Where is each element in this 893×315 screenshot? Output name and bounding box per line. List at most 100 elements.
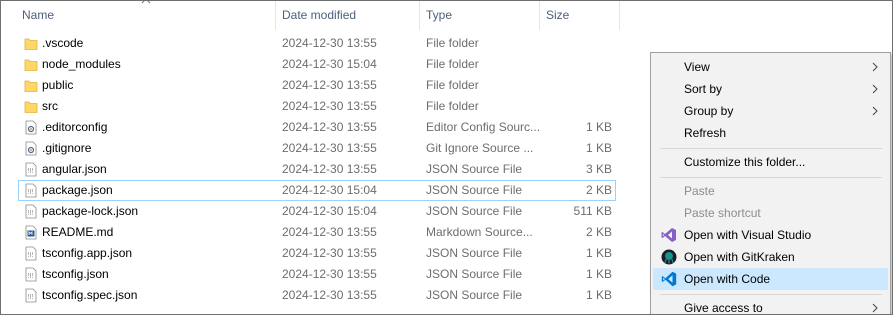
file-date: 2024-12-30 13:55 — [282, 288, 377, 302]
menu-item-label: Customize this folder... — [684, 155, 806, 169]
json-file-icon — [25, 183, 37, 198]
file-type: Editor Config Sourc... — [426, 120, 541, 134]
menu-item-paste[interactable]: Paste — [653, 180, 888, 202]
file-date: 2024-12-30 13:55 — [282, 78, 377, 92]
file-size: 3 KB — [585, 162, 612, 176]
file-row[interactable]: README.md 2024-12-30 13:55 Markdown Sour… — [18, 222, 616, 243]
file-name: tsconfig.json — [42, 267, 109, 281]
chevron-right-icon — [872, 62, 878, 72]
menu-item-label: Refresh — [684, 126, 727, 140]
file-row[interactable]: tsconfig.spec.json 2024-12-30 13:55 JSON… — [18, 285, 616, 306]
file-row[interactable]: .editorconfig 2024-12-30 13:55 Editor Co… — [18, 117, 616, 138]
file-row[interactable]: package-lock.json 2024-12-30 15:04 JSON … — [18, 201, 616, 222]
menu-item-give-access[interactable]: Give access to — [653, 297, 888, 315]
column-divider[interactable] — [619, 0, 620, 30]
file-name: .gitignore — [42, 141, 92, 155]
file-row[interactable]: public 2024-12-30 13:55 File folder — [18, 75, 616, 96]
column-type[interactable]: Type — [420, 0, 452, 30]
file-type: JSON Source File — [426, 183, 523, 197]
menu-item-customize-folder[interactable]: Customize this folder... — [653, 151, 888, 173]
file-size: 1 KB — [585, 267, 612, 281]
file-row[interactable]: tsconfig.app.json 2024-12-30 13:55 JSON … — [18, 243, 616, 264]
markdown-file-icon — [25, 225, 37, 240]
json-file-icon — [25, 162, 37, 177]
visual-studio-icon — [661, 228, 676, 242]
file-size — [542, 75, 612, 96]
file-name: .editorconfig — [42, 120, 108, 134]
file-type: Git Ignore Source ... — [426, 141, 534, 155]
menu-item-label: Open with Code — [684, 272, 771, 286]
file-row[interactable]: angular.json 2024-12-30 13:55 JSON Sourc… — [18, 159, 616, 180]
context-menu: View Sort by Group by Refresh Customize … — [650, 52, 891, 315]
vscode-icon — [661, 271, 677, 287]
chevron-right-icon — [872, 303, 878, 313]
file-date: 2024-12-30 15:04 — [282, 183, 377, 197]
file-date: 2024-12-30 13:55 — [282, 246, 377, 260]
file-row[interactable]: node_modules 2024-12-30 15:04 File folde… — [18, 54, 616, 75]
json-file-icon — [25, 288, 37, 303]
menu-item-refresh[interactable]: Refresh — [653, 122, 888, 144]
file-size — [542, 96, 612, 117]
file-size: 1 KB — [585, 288, 612, 302]
file-type: File folder — [426, 57, 479, 71]
folder-icon — [24, 38, 38, 50]
file-name: package-lock.json — [42, 204, 139, 218]
file-name: angular.json — [42, 162, 107, 176]
menu-item-group-by[interactable]: Group by — [653, 100, 888, 122]
folder-icon — [24, 80, 38, 92]
file-size: 2 KB — [585, 225, 612, 239]
chevron-right-icon — [872, 84, 878, 94]
menu-item-view[interactable]: View — [653, 56, 888, 78]
menu-item-open-visual-studio[interactable]: Open with Visual Studio — [653, 224, 888, 246]
column-size[interactable]: Size — [540, 0, 569, 30]
file-date: 2024-12-30 15:04 — [282, 57, 377, 71]
file-type: File folder — [426, 36, 479, 50]
folder-icon — [24, 101, 38, 113]
menu-item-label: Group by — [684, 104, 734, 118]
file-name: package.json — [42, 183, 113, 197]
file-row[interactable]: .gitignore 2024-12-30 13:55 Git Ignore S… — [18, 138, 616, 159]
file-row[interactable]: src 2024-12-30 13:55 File folder — [18, 96, 616, 117]
menu-item-paste-shortcut[interactable]: Paste shortcut — [653, 202, 888, 224]
column-date-modified[interactable]: Date modified — [276, 0, 356, 30]
menu-separator — [660, 148, 882, 149]
file-name: node_modules — [42, 57, 121, 71]
file-type: JSON Source File — [426, 267, 523, 281]
chevron-right-icon — [872, 106, 878, 116]
file-date: 2024-12-30 13:55 — [282, 141, 377, 155]
file-type: File folder — [426, 99, 479, 113]
file-size: 511 KB — [573, 204, 612, 218]
file-size — [542, 33, 612, 54]
file-name: public — [42, 78, 74, 92]
file-row[interactable]: .vscode 2024-12-30 13:55 File folder — [18, 33, 616, 54]
menu-item-label: Give access to — [684, 301, 763, 315]
menu-item-label: View — [684, 60, 710, 74]
gear-file-icon — [25, 120, 37, 135]
column-name[interactable]: Name — [16, 0, 54, 30]
file-name: README.md — [42, 225, 114, 239]
json-file-icon — [25, 246, 37, 261]
file-row-selected[interactable]: package.json 2024-12-30 15:04 JSON Sourc… — [18, 180, 616, 201]
json-file-icon — [25, 204, 37, 219]
menu-item-label: Sort by — [684, 82, 723, 96]
file-row[interactable]: tsconfig.json 2024-12-30 13:55 JSON Sour… — [18, 264, 616, 285]
file-name: tsconfig.spec.json — [42, 288, 138, 302]
menu-item-sort-by[interactable]: Sort by — [653, 78, 888, 100]
file-name: src — [42, 99, 58, 113]
file-type: JSON Source File — [426, 162, 523, 176]
gear-file-icon — [25, 141, 37, 156]
column-header: Name Date modified Type Size — [0, 0, 893, 30]
menu-separator — [660, 177, 882, 178]
file-date: 2024-12-30 13:55 — [282, 99, 377, 113]
folder-icon — [24, 59, 38, 71]
menu-item-label: Open with GitKraken — [684, 250, 795, 264]
file-date: 2024-12-30 13:55 — [282, 162, 377, 176]
file-date: 2024-12-30 13:55 — [282, 36, 377, 50]
file-name: tsconfig.app.json — [42, 246, 133, 260]
file-type: JSON Source File — [426, 204, 523, 218]
menu-item-open-code[interactable]: Open with Code — [653, 268, 888, 290]
menu-item-open-gitkraken[interactable]: Open with GitKraken — [653, 246, 888, 268]
file-type: JSON Source File — [426, 246, 523, 260]
file-type: JSON Source File — [426, 288, 523, 302]
menu-item-label: Paste — [684, 184, 715, 198]
